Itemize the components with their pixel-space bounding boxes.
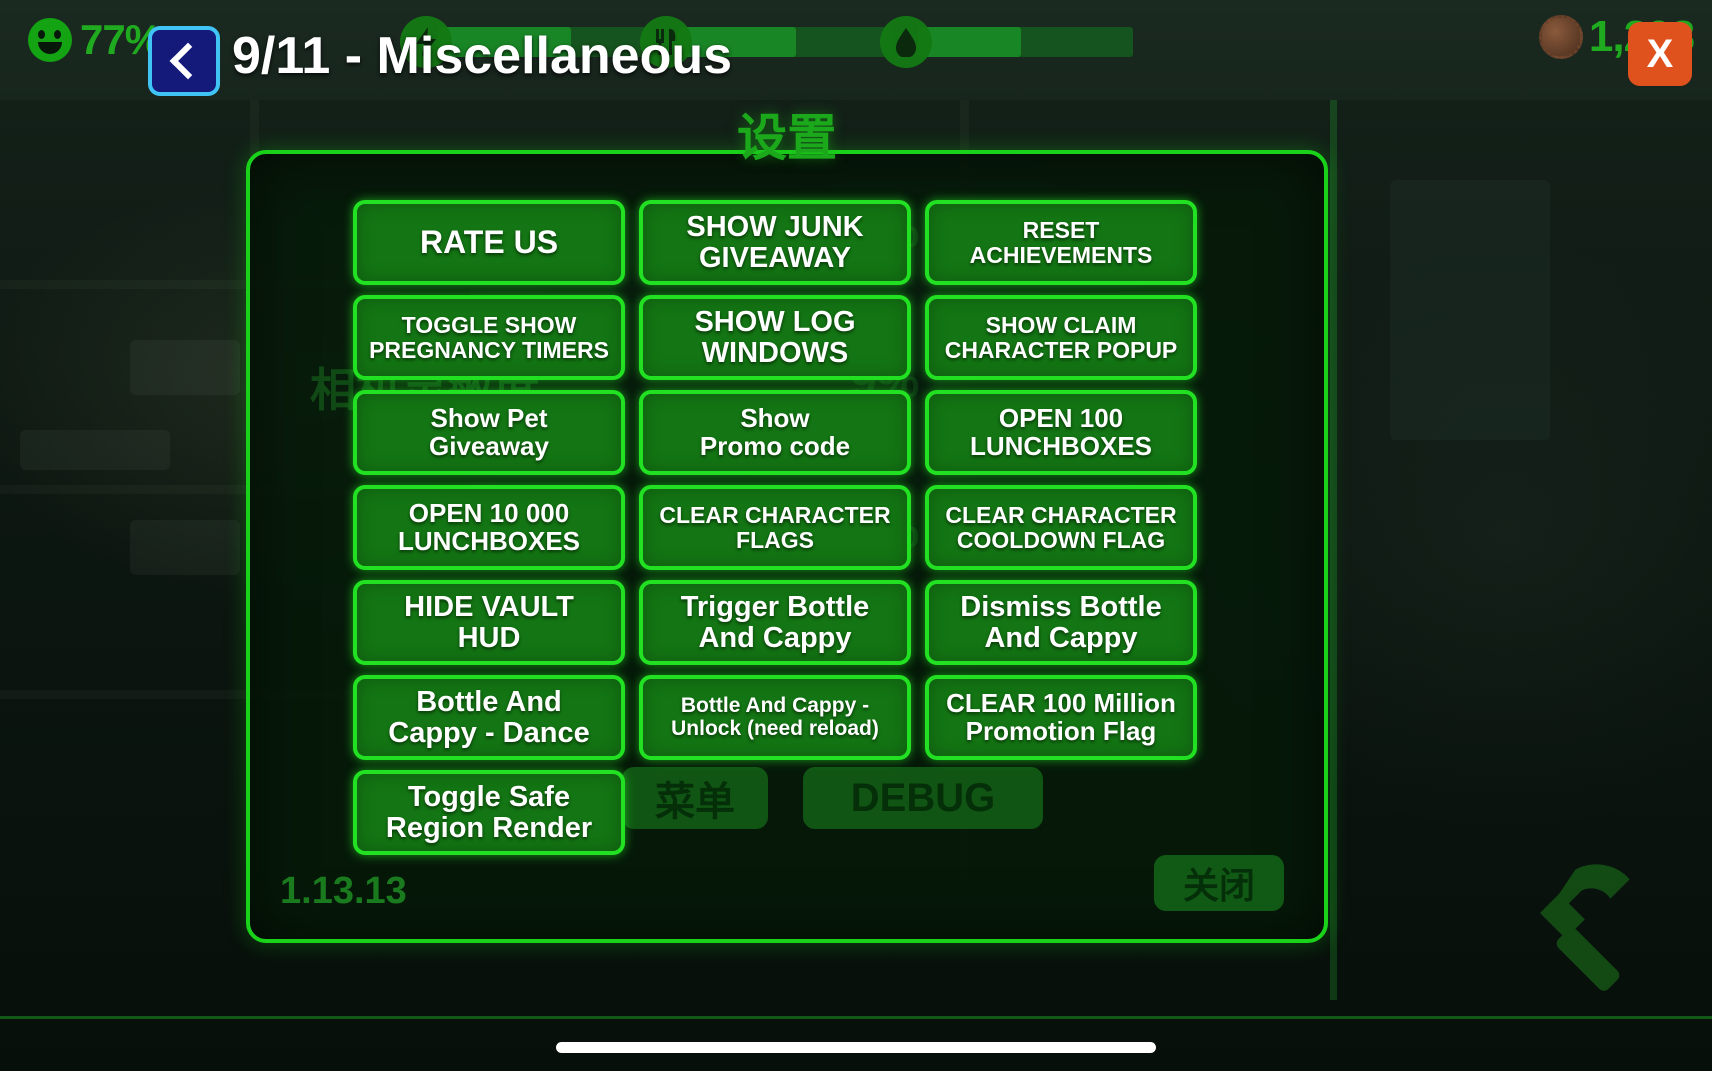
shelf-crate <box>130 520 240 575</box>
hammer-icon <box>1540 864 1630 991</box>
app-screen: 77% 设置 9% 菜单 DEBUG 关闭 1.13.13 RATE US SH… <box>0 0 1712 1071</box>
debug-button-label: RATE US <box>419 223 559 260</box>
debug-button[interactable]: OPEN 100 LUNCHBOXES <box>925 390 1197 475</box>
debug-button[interactable]: RATE US <box>353 200 625 285</box>
debug-button[interactable]: CLEAR CHARACTER COOLDOWN FLAG <box>925 485 1197 570</box>
debug-button[interactable]: Show Promo code <box>639 390 911 475</box>
water-icon <box>880 16 932 68</box>
debug-button[interactable]: OPEN 10 000 LUNCHBOXES <box>353 485 625 570</box>
debug-button[interactable]: SHOW CLAIM CHARACTER POPUP <box>925 295 1197 380</box>
version-label: 1.13.13 <box>280 870 407 912</box>
debug-button-label: CLEAR CHARACTER FLAGS <box>659 502 891 553</box>
debug-button[interactable]: Trigger Bottle And Cappy <box>639 580 911 665</box>
debug-button-grid: RATE US SHOW JUNK GIVEAWAY RESET ACHIEVEME… <box>353 200 1205 855</box>
resource-water[interactable] <box>880 16 1133 68</box>
water-bar-fill <box>918 27 1022 57</box>
debug-button-label: Dismiss Bottle And Cappy <box>960 590 1162 654</box>
close-button[interactable]: X <box>1628 22 1692 86</box>
chevron-left-icon <box>169 42 206 80</box>
water-bar <box>918 27 1133 57</box>
debug-button-label: OPEN 100 LUNCHBOXES <box>969 402 1152 461</box>
debug-button-label: Bottle And Cappy - Dance <box>388 685 590 749</box>
debug-button[interactable]: RESET ACHIEVEMENTS <box>925 200 1197 285</box>
debug-button[interactable]: Dismiss Bottle And Cappy <box>925 580 1197 665</box>
debug-button[interactable]: Show Pet Giveaway <box>353 390 625 475</box>
page-title: 9/11 - Miscellaneous <box>232 27 733 85</box>
back-button[interactable] <box>148 26 220 96</box>
smiley-icon <box>28 18 72 62</box>
shelf-crate <box>20 430 170 470</box>
debug-button[interactable]: CLEAR 100 Million Promotion Flag <box>925 675 1197 760</box>
room-divider <box>1330 100 1337 1000</box>
debug-button-label: SHOW CLAIM CHARACTER POPUP <box>944 312 1178 363</box>
debug-button-label: Show Promo code <box>699 402 851 461</box>
happiness-meter: 77% <box>28 16 162 64</box>
wall-panel <box>1390 180 1550 440</box>
debug-button[interactable]: Bottle And Cappy - Unlock (need reload) <box>639 675 911 760</box>
debug-button-label: TOGGLE SHOW PREGNANCY TIMERS <box>369 312 609 363</box>
debug-button-label: HIDE VAULT HUD <box>404 590 574 654</box>
shelf-crate <box>130 340 240 395</box>
debug-button[interactable]: Toggle Safe Region Render <box>353 770 625 855</box>
panel-bottom-glow <box>0 1016 1712 1019</box>
debug-button-label: OPEN 10 000 LUNCHBOXES <box>397 497 580 556</box>
debug-button-label: Bottle And Cappy - Unlock (need reload) <box>671 694 879 740</box>
debug-button-label: RESET ACHIEVEMENTS <box>969 217 1153 268</box>
debug-button-label: SHOW JUNK GIVEAWAY <box>686 210 864 274</box>
bottlecap-icon <box>1538 15 1583 59</box>
debug-button-label: CLEAR CHARACTER COOLDOWN FLAG <box>945 502 1177 553</box>
debug-button[interactable]: CLEAR CHARACTER FLAGS <box>639 485 911 570</box>
settings-dialog-title: 设置 <box>737 110 837 166</box>
debug-button-label: Show Pet Giveaway <box>429 402 549 461</box>
debug-button[interactable]: TOGGLE SHOW PREGNANCY TIMERS <box>353 295 625 380</box>
debug-button[interactable]: HIDE VAULT HUD <box>353 580 625 665</box>
debug-button[interactable]: SHOW JUNK GIVEAWAY <box>639 200 911 285</box>
debug-button-label: Toggle Safe Region Render <box>385 780 593 844</box>
home-indicator[interactable] <box>556 1042 1156 1053</box>
debug-button-label: SHOW LOG WINDOWS <box>694 305 856 369</box>
debug-button-label: CLEAR 100 Million Promotion Flag <box>946 687 1176 746</box>
debug-button-label: Trigger Bottle And Cappy <box>680 590 870 654</box>
debug-button[interactable]: Bottle And Cappy - Dance <box>353 675 625 760</box>
dialog-close-button[interactable]: 关闭 <box>1154 855 1284 911</box>
debug-button[interactable]: SHOW LOG WINDOWS <box>639 295 911 380</box>
